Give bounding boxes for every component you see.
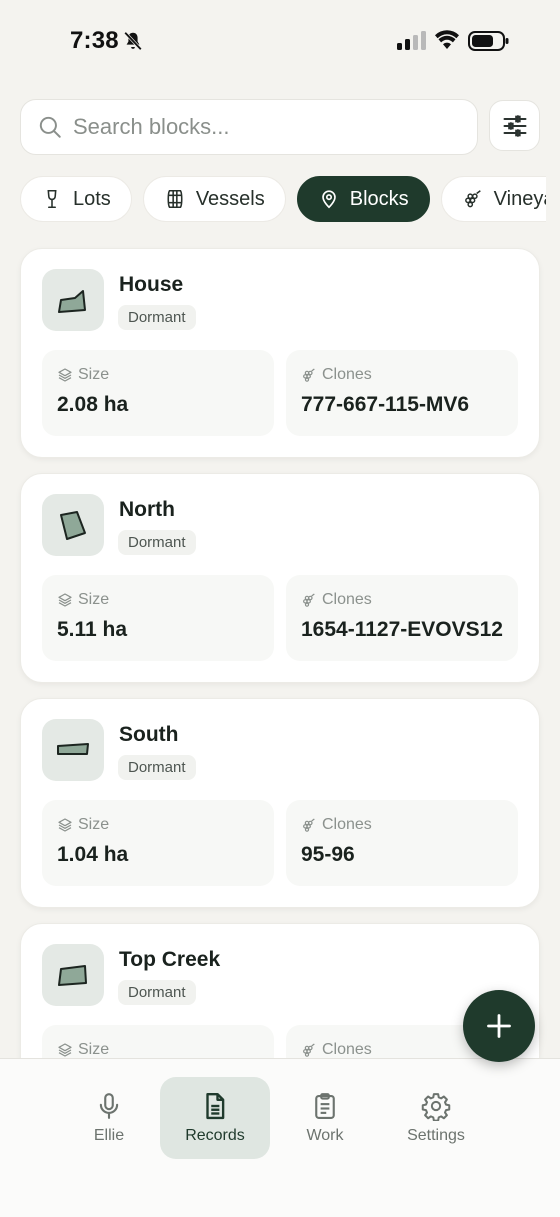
clones-value: 1654-1127-EVOVS12 — [301, 618, 503, 641]
add-block-button[interactable] — [463, 990, 535, 1062]
clones-stat: Clones 95-96 — [286, 800, 518, 886]
grapes-icon — [303, 368, 315, 382]
sliders-icon — [503, 114, 526, 137]
clones-stat: Clones 1654-1127-EVOVS12 — [286, 575, 518, 661]
chip-blocks[interactable]: Blocks — [296, 176, 430, 222]
bell-muted-icon — [124, 31, 142, 51]
microphone-icon — [99, 1093, 119, 1119]
size-stat: Size 5.11 ha — [42, 575, 274, 661]
layers-icon — [58, 1043, 72, 1057]
block-shape-thumbnail — [42, 494, 104, 556]
search-input[interactable] — [73, 114, 453, 140]
size-label: Size — [57, 816, 109, 834]
status-bar: 7:38 — [0, 0, 560, 84]
map-pin-icon — [321, 190, 336, 209]
block-shape-icon — [58, 290, 86, 313]
document-icon — [206, 1092, 225, 1120]
size-value: 2.08 ha — [57, 393, 129, 416]
clones-label: Clones — [301, 591, 372, 609]
block-shape-icon — [57, 743, 89, 755]
nav-item-records[interactable]: Records — [160, 1077, 270, 1159]
barrel-icon — [167, 189, 183, 209]
clones-label: Clones — [301, 1041, 372, 1059]
chip-label: Blocks — [349, 187, 409, 210]
size-label: Size — [57, 366, 109, 384]
cellular-signal-icon — [397, 30, 426, 50]
filter-button[interactable] — [489, 100, 540, 151]
nav-label: Settings — [407, 1127, 465, 1144]
block-card-house[interactable]: House Dormant Size 2.08 ha Clones 777-66… — [20, 248, 540, 458]
chip-vineyards[interactable]: Vineyards — [440, 176, 546, 222]
nav-item-ellie[interactable]: Ellie — [54, 1077, 164, 1159]
block-name: North — [119, 498, 175, 521]
status-time: 7:38 — [70, 27, 119, 54]
size-stat: Size 2.08 ha — [42, 350, 274, 436]
block-name: Top Creek — [119, 948, 221, 971]
block-card-north[interactable]: North Dormant Size 5.11 ha Clones 1654-1… — [20, 473, 540, 683]
size-value: 5.11 ha — [57, 618, 128, 641]
clones-value: 95-96 — [301, 843, 355, 866]
status-badge: Dormant — [118, 980, 196, 1005]
grapes-icon — [303, 1043, 315, 1057]
category-chips: Lots Vessels Blocks Vineyards — [20, 176, 546, 222]
grapes-icon — [464, 190, 481, 208]
chip-label: Vineyards — [493, 187, 546, 210]
clones-value: 777-667-115-MV6 — [301, 393, 470, 416]
search-bar[interactable] — [20, 99, 478, 155]
chip-label: Lots — [73, 187, 111, 210]
status-badge: Dormant — [118, 305, 196, 330]
wifi-icon — [435, 30, 459, 49]
bottom-nav: Ellie Records Work Settings — [0, 1058, 560, 1217]
wine-glass-icon — [47, 189, 57, 209]
clipboard-icon — [315, 1093, 335, 1119]
chip-lots[interactable]: Lots — [20, 176, 132, 222]
layers-icon — [58, 818, 72, 832]
block-name: House — [119, 273, 184, 296]
layers-icon — [58, 593, 72, 607]
gear-icon — [421, 1093, 451, 1121]
status-badge: Dormant — [118, 755, 196, 780]
grapes-icon — [303, 593, 315, 607]
block-shape-thumbnail — [42, 944, 104, 1006]
chip-label: Vessels — [195, 187, 265, 210]
block-shape-icon — [60, 511, 86, 540]
nav-label: Work — [306, 1127, 344, 1144]
block-shape-thumbnail — [42, 719, 104, 781]
status-badge: Dormant — [118, 530, 196, 555]
nav-label: Records — [185, 1127, 245, 1144]
nav-label: Ellie — [93, 1127, 125, 1144]
plus-icon — [487, 1014, 511, 1038]
size-value: 1.04 ha — [57, 843, 129, 866]
block-shape-icon — [58, 965, 87, 986]
block-shape-thumbnail — [42, 269, 104, 331]
search-icon — [39, 116, 61, 138]
nav-item-settings[interactable]: Settings — [381, 1077, 491, 1159]
size-stat: Size 1.04 ha — [42, 800, 274, 886]
size-label: Size — [57, 1041, 109, 1059]
nav-item-work[interactable]: Work — [270, 1077, 380, 1159]
clones-label: Clones — [301, 816, 372, 834]
size-label: Size — [57, 591, 109, 609]
clones-stat: Clones 777-667-115-MV6 — [286, 350, 518, 436]
clones-label: Clones — [301, 366, 372, 384]
layers-icon — [58, 368, 72, 382]
battery-icon — [468, 31, 509, 51]
block-card-south[interactable]: South Dormant Size 1.04 ha Clones 95-96 — [20, 698, 540, 908]
chip-vessels[interactable]: Vessels — [142, 176, 286, 222]
block-name: South — [119, 723, 179, 746]
grapes-icon — [303, 818, 315, 832]
